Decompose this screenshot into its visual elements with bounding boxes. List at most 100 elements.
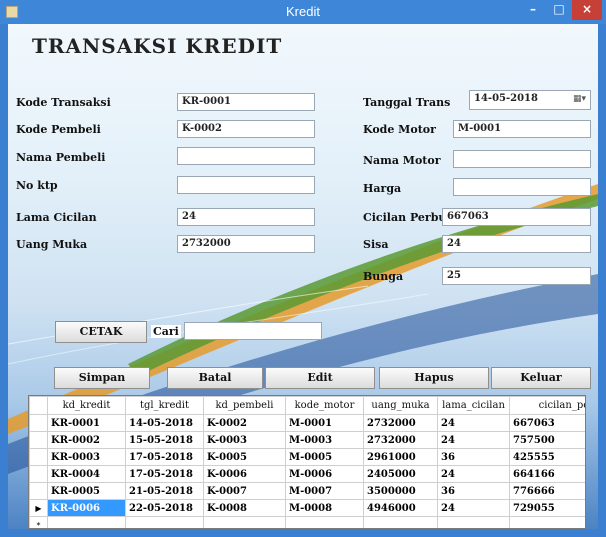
table-cell[interactable] bbox=[125, 516, 204, 528]
table-cell[interactable]: 664166 bbox=[509, 465, 585, 483]
table-cell[interactable]: 776666 bbox=[509, 482, 585, 500]
table-row[interactable]: KR-0002 15-05-2018 K-0003 M-0003 2732000… bbox=[29, 431, 585, 449]
maximize-button[interactable]: □ bbox=[546, 0, 572, 20]
sisa-input[interactable]: 24 bbox=[442, 235, 591, 253]
table-row-selected[interactable]: ▶ KR-0006 22-05-2018 K-0008 M-0008 49460… bbox=[29, 499, 585, 517]
table-cell[interactable]: M-0005 bbox=[285, 448, 364, 466]
table-new-row[interactable]: * bbox=[29, 516, 585, 528]
kode-transaksi-input[interactable]: KR-0001 bbox=[177, 93, 315, 111]
kode-pembeli-label: Kode Pembeli bbox=[16, 123, 101, 136]
harga-input[interactable] bbox=[453, 178, 591, 196]
kode-motor-input[interactable]: M-0001 bbox=[453, 120, 591, 138]
table-cell[interactable]: 17-05-2018 bbox=[125, 448, 204, 466]
table-cell-selected[interactable]: KR-0006 bbox=[47, 499, 126, 517]
table-cell[interactable]: M-0001 bbox=[285, 414, 364, 432]
table-cell[interactable]: M-0008 bbox=[285, 499, 364, 517]
cicilan-perbulan-input[interactable]: 667063 bbox=[442, 208, 591, 226]
table-cell[interactable]: 17-05-2018 bbox=[125, 465, 204, 483]
table-cell[interactable]: 2961000 bbox=[363, 448, 438, 466]
row-header[interactable] bbox=[29, 482, 48, 500]
table-cell[interactable]: 425555 bbox=[509, 448, 585, 466]
table-cell[interactable]: K-0008 bbox=[203, 499, 286, 517]
row-header[interactable] bbox=[29, 414, 48, 432]
table-row[interactable]: KR-0005 21-05-2018 K-0007 M-0007 3500000… bbox=[29, 482, 585, 500]
table-row[interactable]: KR-0004 17-05-2018 K-0006 M-0006 2405000… bbox=[29, 465, 585, 483]
edit-button[interactable]: Edit bbox=[265, 367, 375, 389]
kredit-data-grid[interactable]: kd_kredit tgl_kredit kd_pembeli kode_mot… bbox=[28, 395, 586, 529]
table-cell[interactable]: KR-0004 bbox=[47, 465, 126, 483]
table-cell[interactable]: K-0007 bbox=[203, 482, 286, 500]
minimize-button[interactable]: – bbox=[520, 0, 546, 20]
table-row[interactable]: KR-0003 17-05-2018 K-0005 M-0005 2961000… bbox=[29, 448, 585, 466]
calendar-dropdown-icon[interactable]: ▦▾ bbox=[573, 94, 587, 104]
row-header[interactable] bbox=[29, 448, 48, 466]
table-cell[interactable]: KR-0002 bbox=[47, 431, 126, 449]
current-row-indicator-icon[interactable]: ▶ bbox=[29, 499, 48, 517]
table-cell[interactable] bbox=[509, 516, 585, 528]
table-cell[interactable]: 24 bbox=[437, 431, 510, 449]
column-header[interactable]: kd_kredit bbox=[47, 396, 126, 415]
table-cell[interactable]: 36 bbox=[437, 482, 510, 500]
table-cell[interactable]: M-0003 bbox=[285, 431, 364, 449]
table-cell[interactable] bbox=[285, 516, 364, 528]
column-header[interactable]: tgl_kredit bbox=[125, 396, 204, 415]
table-cell[interactable]: KR-0003 bbox=[47, 448, 126, 466]
table-cell[interactable]: 21-05-2018 bbox=[125, 482, 204, 500]
kode-motor-label: Kode Motor bbox=[363, 123, 436, 136]
row-header[interactable] bbox=[29, 431, 48, 449]
simpan-button[interactable]: Simpan bbox=[54, 367, 150, 389]
page-title: TRANSAKSI KREDIT bbox=[32, 34, 283, 58]
title-bar[interactable]: Kredit – □ × bbox=[0, 0, 606, 24]
column-header[interactable]: kode_motor bbox=[285, 396, 364, 415]
table-cell[interactable]: KR-0001 bbox=[47, 414, 126, 432]
table-cell[interactable]: M-0007 bbox=[285, 482, 364, 500]
table-cell[interactable]: K-0002 bbox=[203, 414, 286, 432]
table-cell[interactable]: 729055 bbox=[509, 499, 585, 517]
table-cell[interactable]: K-0006 bbox=[203, 465, 286, 483]
table-cell[interactable] bbox=[437, 516, 510, 528]
table-cell[interactable]: 24 bbox=[437, 414, 510, 432]
table-row[interactable]: KR-0001 14-05-2018 K-0002 M-0001 2732000… bbox=[29, 414, 585, 432]
hapus-button[interactable]: Hapus bbox=[379, 367, 489, 389]
uang-muka-input[interactable]: 2732000 bbox=[177, 235, 315, 253]
cetak-button[interactable]: CETAK bbox=[55, 321, 147, 343]
table-cell[interactable] bbox=[203, 516, 286, 528]
table-cell[interactable]: KR-0005 bbox=[47, 482, 126, 500]
table-cell[interactable]: 24 bbox=[437, 465, 510, 483]
no-ktp-input[interactable] bbox=[177, 176, 315, 194]
table-cell[interactable]: M-0006 bbox=[285, 465, 364, 483]
nama-motor-label: Nama Motor bbox=[363, 154, 441, 167]
table-cell[interactable] bbox=[47, 516, 126, 528]
table-cell[interactable]: 14-05-2018 bbox=[125, 414, 204, 432]
new-row-asterisk-icon[interactable]: * bbox=[29, 516, 48, 528]
kode-pembeli-input[interactable]: K-0002 bbox=[177, 120, 315, 138]
table-cell[interactable]: 2732000 bbox=[363, 431, 438, 449]
lama-cicilan-input[interactable]: 24 bbox=[177, 208, 315, 226]
table-cell[interactable]: 757500 bbox=[509, 431, 585, 449]
table-cell[interactable]: 24 bbox=[437, 499, 510, 517]
table-cell[interactable]: 2405000 bbox=[363, 465, 438, 483]
bunga-input[interactable]: 25 bbox=[442, 267, 591, 285]
batal-button[interactable]: Batal bbox=[167, 367, 263, 389]
column-header[interactable]: cicilan_perb bbox=[509, 396, 585, 415]
table-cell[interactable]: K-0003 bbox=[203, 431, 286, 449]
table-cell[interactable]: 3500000 bbox=[363, 482, 438, 500]
table-cell[interactable]: 36 bbox=[437, 448, 510, 466]
keluar-button[interactable]: Keluar bbox=[491, 367, 591, 389]
nama-pembeli-input[interactable] bbox=[177, 147, 315, 165]
tanggal-trans-datepicker[interactable]: 14-05-2018 ▦▾ bbox=[469, 90, 591, 110]
column-header[interactable]: kd_pembeli bbox=[203, 396, 286, 415]
table-cell[interactable]: 22-05-2018 bbox=[125, 499, 204, 517]
table-cell[interactable]: 2732000 bbox=[363, 414, 438, 432]
row-header[interactable] bbox=[29, 465, 48, 483]
table-cell[interactable]: 4946000 bbox=[363, 499, 438, 517]
table-cell[interactable] bbox=[363, 516, 438, 528]
table-cell[interactable]: 667063 bbox=[509, 414, 585, 432]
close-button[interactable]: × bbox=[572, 0, 602, 20]
column-header[interactable]: lama_cicilan bbox=[437, 396, 510, 415]
table-cell[interactable]: K-0005 bbox=[203, 448, 286, 466]
search-input[interactable] bbox=[184, 322, 322, 340]
column-header[interactable]: uang_muka bbox=[363, 396, 438, 415]
table-cell[interactable]: 15-05-2018 bbox=[125, 431, 204, 449]
nama-motor-input[interactable] bbox=[453, 150, 591, 168]
